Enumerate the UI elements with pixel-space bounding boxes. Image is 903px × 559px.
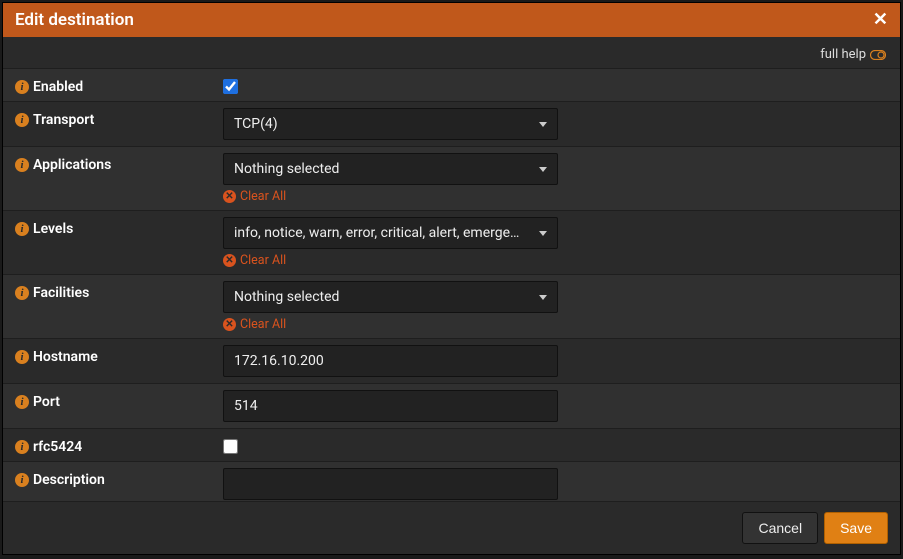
info-icon[interactable]: i <box>15 158 29 172</box>
label-transport: i Transport <box>15 108 223 128</box>
label-facilities: i Facilities <box>15 281 223 301</box>
applications-clear-all[interactable]: ✕ Clear All <box>223 189 558 204</box>
enabled-checkbox[interactable] <box>223 79 238 94</box>
info-icon[interactable]: i <box>15 222 29 236</box>
save-button[interactable]: Save <box>824 512 888 544</box>
full-help-link[interactable]: full help <box>820 47 866 62</box>
dialog-title: Edit destination <box>15 10 134 30</box>
info-icon[interactable]: i <box>15 473 29 487</box>
row-hostname: i Hostname <box>3 338 900 383</box>
clear-icon: ✕ <box>223 254 236 267</box>
label-hostname: i Hostname <box>15 345 223 365</box>
row-facilities: i Facilities Nothing selected ✕ Clear Al… <box>3 274 900 338</box>
applications-select[interactable]: Nothing selected <box>223 153 558 185</box>
chevron-down-icon <box>539 295 547 300</box>
label-rfc5424: i rfc5424 <box>15 435 223 455</box>
dialog-toolbar: full help <box>3 37 900 68</box>
toggle-icon[interactable] <box>870 50 886 60</box>
info-icon[interactable]: i <box>15 350 29 364</box>
form-body: i Enabled i Transport TCP(4) i App <box>3 68 900 501</box>
dialog-titlebar: Edit destination ✕ <box>3 3 900 37</box>
dialog-footer: Cancel Save <box>3 501 900 554</box>
port-input[interactable] <box>223 390 558 422</box>
clear-icon: ✕ <box>223 190 236 203</box>
description-input[interactable] <box>223 468 558 500</box>
hostname-input[interactable] <box>223 345 558 377</box>
chevron-down-icon <box>539 167 547 172</box>
chevron-down-icon <box>539 231 547 236</box>
label-enabled: i Enabled <box>15 75 223 95</box>
row-description: i Description <box>3 461 900 501</box>
levels-select[interactable]: info, notice, warn, error, critical, ale… <box>223 217 558 249</box>
rfc5424-checkbox[interactable] <box>223 439 238 454</box>
chevron-down-icon <box>539 122 547 127</box>
label-port: i Port <box>15 390 223 410</box>
info-icon[interactable]: i <box>15 395 29 409</box>
close-icon[interactable]: ✕ <box>873 11 888 29</box>
info-icon[interactable]: i <box>15 80 29 94</box>
cancel-button[interactable]: Cancel <box>742 512 818 544</box>
edit-destination-dialog: Edit destination ✕ full help i Enabled i… <box>2 2 901 555</box>
facilities-clear-all[interactable]: ✕ Clear All <box>223 317 558 332</box>
clear-icon: ✕ <box>223 318 236 331</box>
row-rfc5424: i rfc5424 <box>3 428 900 461</box>
info-icon[interactable]: i <box>15 286 29 300</box>
row-transport: i Transport TCP(4) <box>3 101 900 146</box>
info-icon[interactable]: i <box>15 113 29 127</box>
row-levels: i Levels info, notice, warn, error, crit… <box>3 210 900 274</box>
label-levels: i Levels <box>15 217 223 237</box>
label-description: i Description <box>15 468 223 488</box>
row-enabled: i Enabled <box>3 68 900 101</box>
info-icon[interactable]: i <box>15 440 29 454</box>
levels-clear-all[interactable]: ✕ Clear All <box>223 253 558 268</box>
facilities-select[interactable]: Nothing selected <box>223 281 558 313</box>
label-applications: i Applications <box>15 153 223 173</box>
row-applications: i Applications Nothing selected ✕ Clear … <box>3 146 900 210</box>
row-port: i Port <box>3 383 900 428</box>
transport-select[interactable]: TCP(4) <box>223 108 558 140</box>
